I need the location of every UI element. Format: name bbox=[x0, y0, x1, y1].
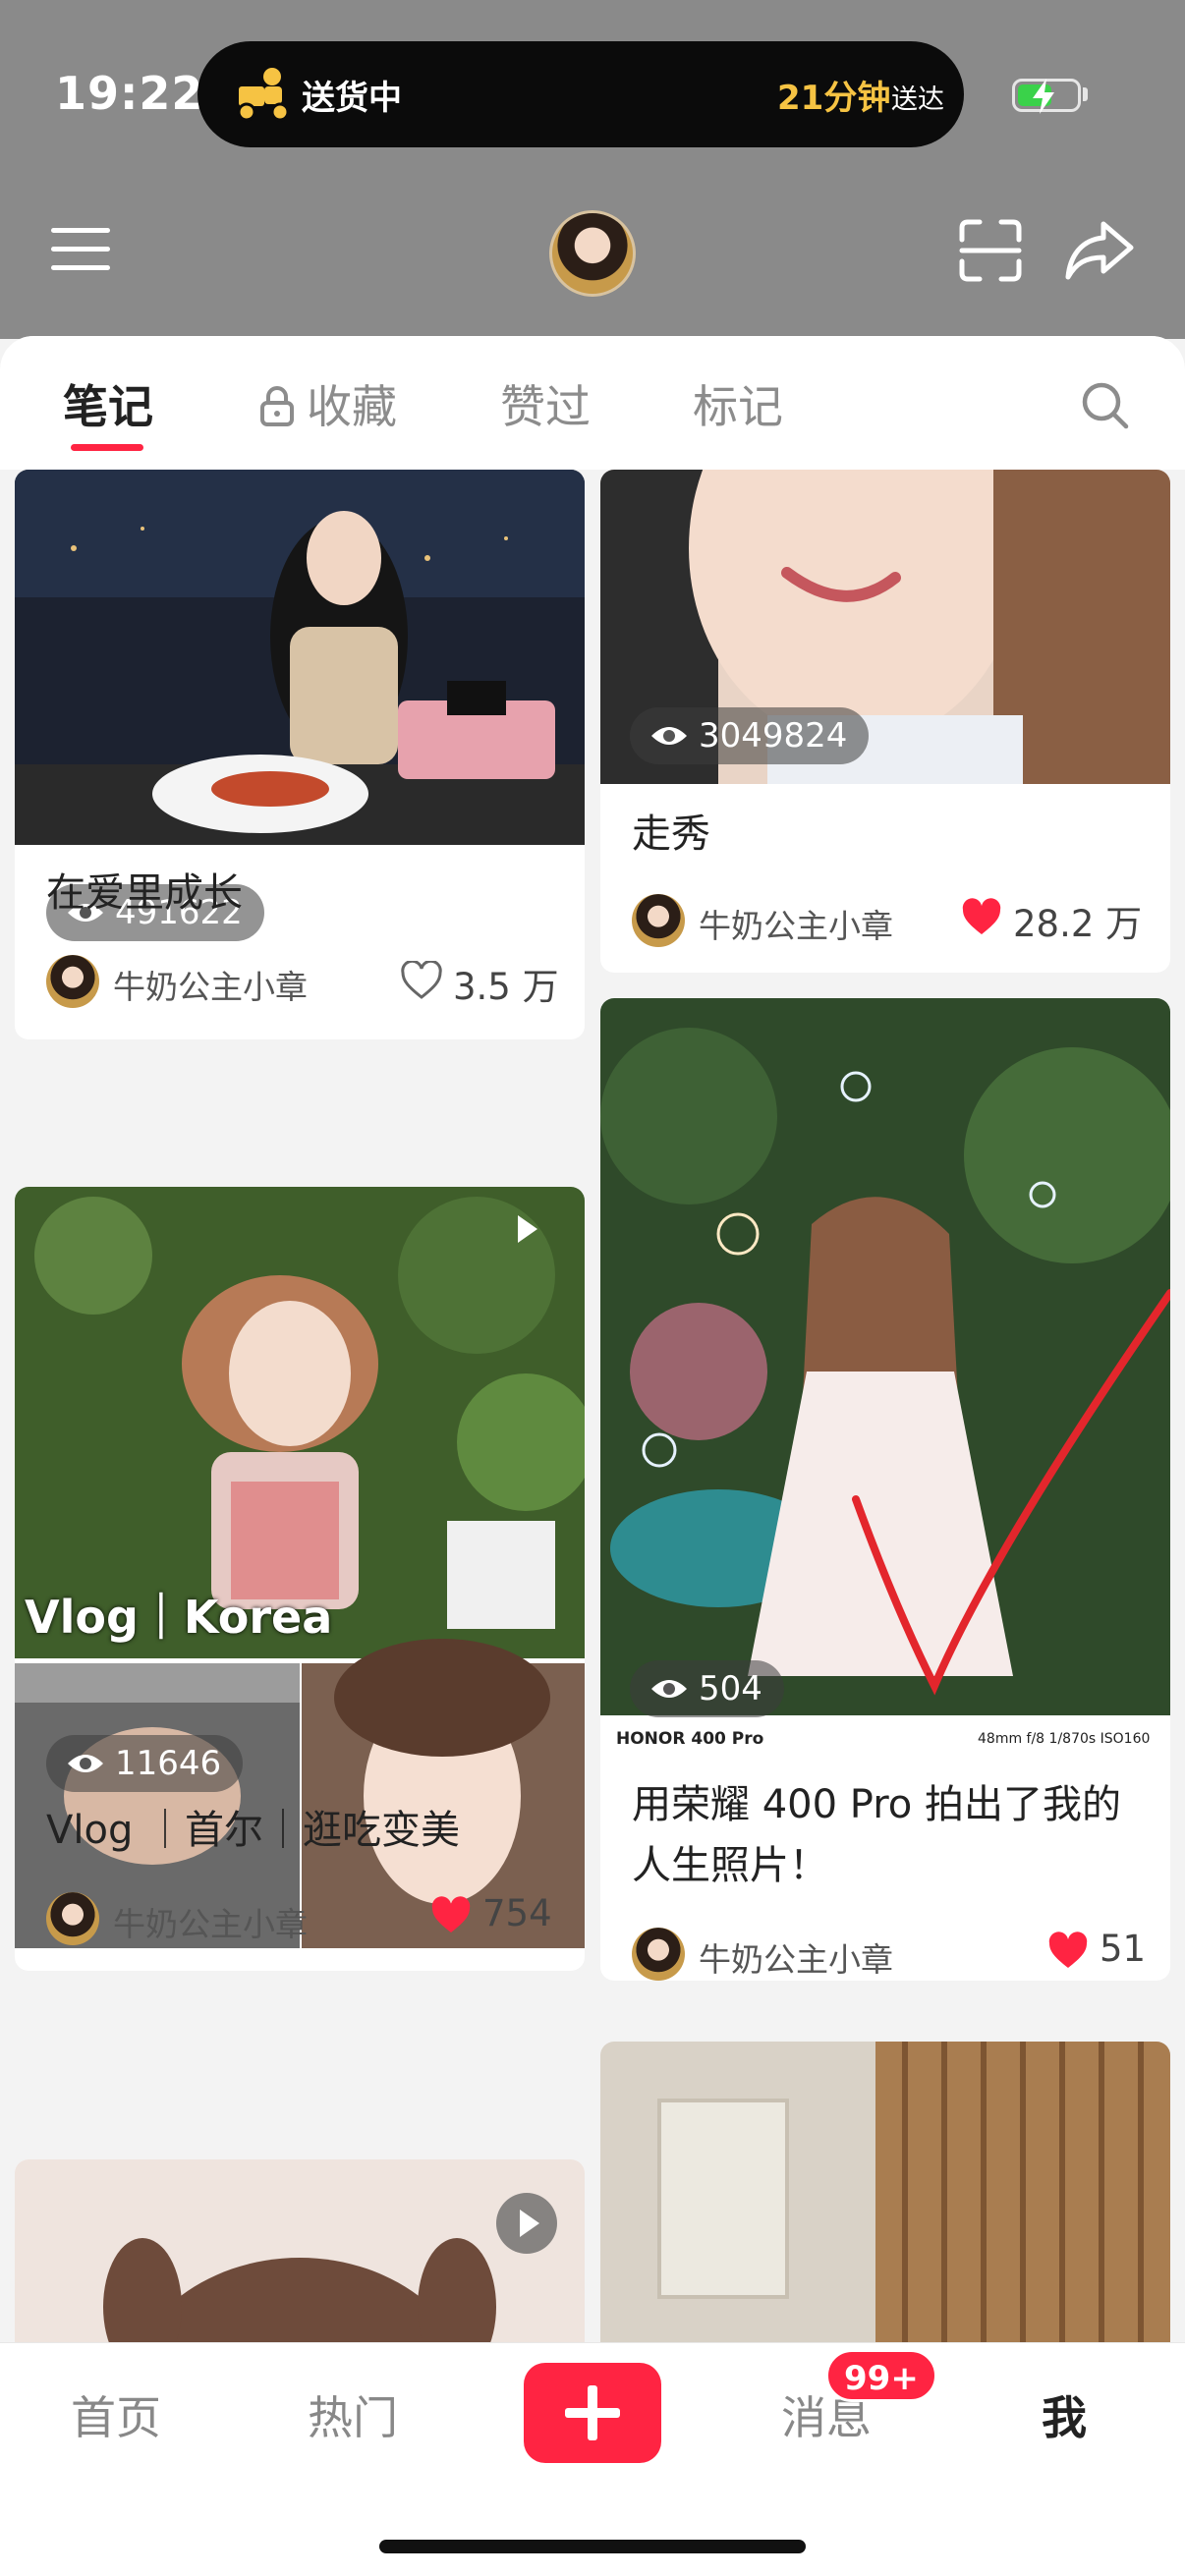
active-tab-indicator bbox=[71, 444, 143, 451]
note-card[interactable] bbox=[600, 2042, 1170, 2350]
author-name[interactable]: 牛奶公主小章 bbox=[113, 961, 308, 1008]
note-title: 走秀 bbox=[632, 812, 710, 857]
note-title: Vlog ｜首尔｜逛吃变美 bbox=[46, 1808, 461, 1853]
camera-watermark-model: HONOR 400 Pro bbox=[616, 1729, 764, 1749]
nav-home[interactable]: 首页 bbox=[71, 2382, 161, 2447]
content-panel: 笔记 收藏 赞过 标记 491622 在爱里成长 牛奶公主小章 3.5 万 Vl… bbox=[0, 336, 1185, 2350]
note-card[interactable]: 491622 在爱里成长 牛奶公主小章 3.5 万 bbox=[15, 470, 585, 1039]
delivery-eta-label: 送达 bbox=[891, 84, 944, 115]
nav-me[interactable]: 我 bbox=[1042, 2382, 1087, 2447]
bottom-nav: 首页 热门 消息 99+ 我 bbox=[0, 2342, 1185, 2576]
like-count: 3.5 万 bbox=[453, 966, 559, 1008]
note-title: 在爱里成长 bbox=[46, 870, 243, 916]
eye-icon bbox=[68, 1755, 103, 1772]
note-cover-image bbox=[600, 2042, 1170, 2350]
home-indicator[interactable] bbox=[379, 2540, 806, 2553]
like-count: 754 bbox=[482, 1892, 552, 1934]
delivery-scooter-icon bbox=[237, 68, 290, 122]
view-count: 504 bbox=[699, 1669, 762, 1708]
note-cover-image bbox=[15, 470, 585, 845]
view-count: 3049824 bbox=[699, 716, 848, 756]
author-name[interactable]: 牛奶公主小章 bbox=[113, 1898, 308, 1945]
tab-liked[interactable]: 赞过 bbox=[500, 371, 591, 436]
view-count-badge: 504 bbox=[630, 1660, 784, 1717]
camera-watermark-settings: 48mm f/8 1/870s ISO160 bbox=[978, 1731, 1151, 1747]
like-count: 28.2 万 bbox=[1013, 903, 1143, 945]
author-avatar[interactable] bbox=[632, 894, 685, 947]
like-count: 51 bbox=[1100, 1928, 1147, 1970]
profile-header: 19:22 送货中 21分钟 送达 bbox=[0, 0, 1185, 339]
delivery-eta: 21分钟 bbox=[777, 79, 891, 118]
tab-notes[interactable]: 笔记 bbox=[63, 371, 153, 436]
note-card[interactable]: Vlog｜Korea 11646 Vlog ｜首尔｜逛吃变美 牛奶公主小章 75… bbox=[15, 1187, 585, 1971]
view-count: 11646 bbox=[115, 1744, 222, 1783]
heart-outline-icon[interactable] bbox=[400, 961, 443, 1000]
heart-filled-icon[interactable] bbox=[1046, 1932, 1090, 1971]
delivery-status-text: 送货中 bbox=[302, 79, 402, 118]
author-avatar[interactable] bbox=[632, 1928, 685, 1981]
note-title-line-1: 用荣耀 400 Pro 拍出了我的 bbox=[632, 1782, 1121, 1827]
avatar[interactable] bbox=[549, 210, 636, 297]
note-title-line-2: 人生照片！ bbox=[632, 1843, 828, 1888]
play-icon[interactable] bbox=[496, 2193, 557, 2254]
author-avatar[interactable] bbox=[46, 1892, 99, 1945]
tab-favorites[interactable]: 收藏 bbox=[307, 371, 397, 436]
view-count-badge: 3049824 bbox=[630, 707, 870, 764]
menu-icon[interactable] bbox=[51, 226, 110, 273]
author-name[interactable]: 牛奶公主小章 bbox=[699, 1933, 893, 1981]
eye-icon bbox=[651, 727, 687, 745]
lock-icon bbox=[260, 386, 294, 426]
heart-filled-icon[interactable] bbox=[429, 1896, 473, 1935]
author-avatar[interactable] bbox=[46, 955, 99, 1008]
view-count-badge: 11646 bbox=[46, 1735, 244, 1792]
heart-filled-icon[interactable] bbox=[960, 898, 1003, 937]
note-cover-image bbox=[600, 998, 1170, 1755]
status-time: 19:22 bbox=[55, 67, 204, 120]
messages-badge: 99+ bbox=[825, 2349, 937, 2402]
eye-icon bbox=[651, 1680, 687, 1698]
video-icon bbox=[494, 1199, 543, 1248]
note-card[interactable]: HONOR 400 Pro 48mm f/8 1/870s ISO160 504… bbox=[600, 998, 1170, 1981]
author-name[interactable]: 牛奶公主小章 bbox=[699, 900, 893, 947]
publish-button[interactable] bbox=[524, 2363, 661, 2463]
battery-cap bbox=[1083, 87, 1088, 101]
tab-bar: 笔记 收藏 赞过 标记 bbox=[0, 336, 1185, 470]
search-icon[interactable] bbox=[1081, 381, 1130, 430]
delivery-live-activity[interactable]: 送货中 21分钟 送达 bbox=[198, 41, 964, 147]
scan-icon[interactable] bbox=[958, 218, 1023, 283]
charging-bolt-icon bbox=[1033, 79, 1054, 114]
tab-tagged[interactable]: 标记 bbox=[693, 371, 783, 436]
nav-hot[interactable]: 热门 bbox=[308, 2382, 398, 2447]
video-overlay-caption: Vlog｜Korea bbox=[25, 1591, 333, 1644]
note-cover-image bbox=[15, 2159, 585, 2350]
note-card[interactable]: 3049824 走秀 牛奶公主小章 28.2 万 bbox=[600, 470, 1170, 973]
note-card[interactable] bbox=[15, 2159, 585, 2350]
share-icon[interactable] bbox=[1064, 218, 1135, 283]
